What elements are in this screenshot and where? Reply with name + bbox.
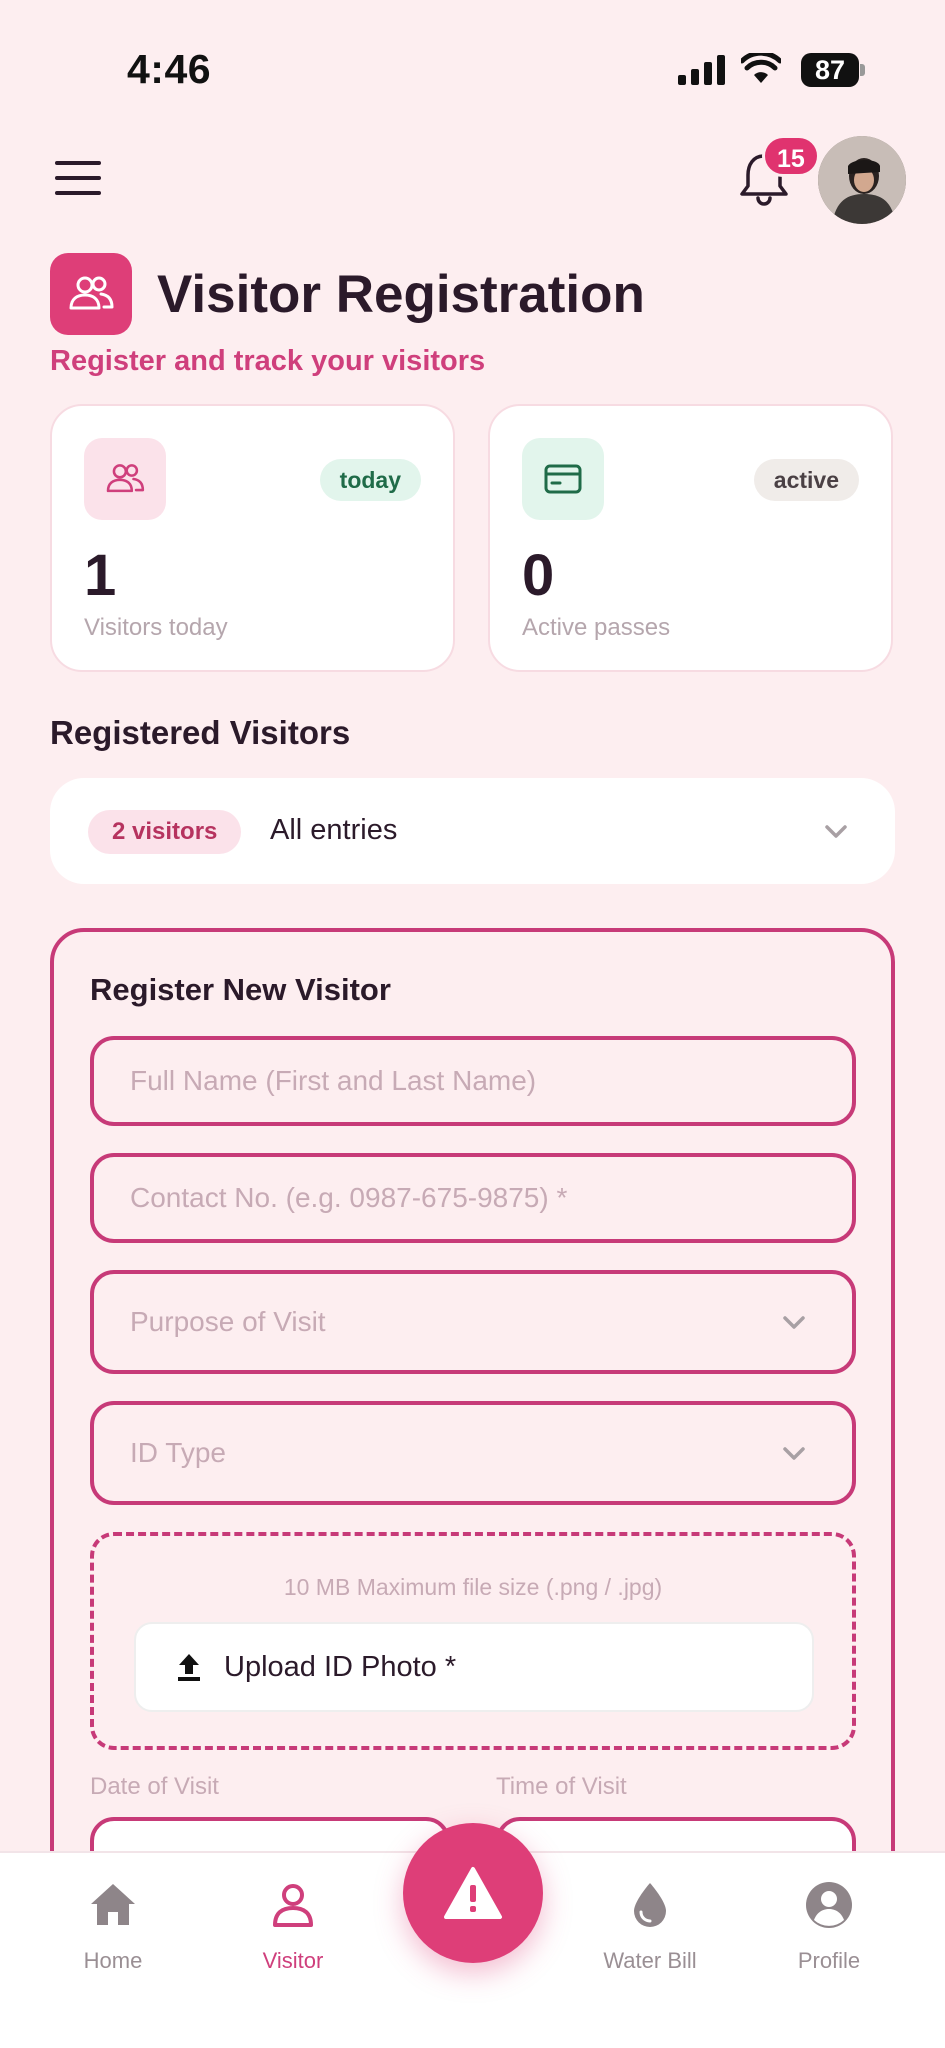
nav-visitor-label: Visitor <box>262 1948 324 1973</box>
page-title: Visitor Registration <box>157 265 645 324</box>
status-bar: 4:46 87 <box>0 0 945 140</box>
upload-id-photo-button[interactable]: Upload ID Photo * <box>134 1622 814 1712</box>
battery-level: 87 <box>801 53 859 87</box>
nav-home-label: Home <box>83 1948 143 1973</box>
users-icon <box>84 438 166 520</box>
upload-icon <box>178 1654 200 1681</box>
nav-visitor[interactable]: Visitor <box>213 1879 373 1974</box>
entries-filter-value: All entries <box>270 814 398 846</box>
active-passes-value: 0 <box>522 543 555 608</box>
chevron-down-icon <box>783 1316 805 1329</box>
contact-input[interactable] <box>130 1182 852 1214</box>
entries-filter-dropdown[interactable]: 2 visitors All entries <box>50 778 895 884</box>
purpose-placeholder: Purpose of Visit <box>130 1306 326 1337</box>
id-card-icon <box>522 438 604 520</box>
visitors-today-card: today 1 Visitors today <box>50 404 455 672</box>
nav-profile-label: Profile <box>797 1948 861 1973</box>
id-type-placeholder: ID Type <box>130 1437 226 1468</box>
nav-water-bill-label: Water Bill <box>603 1948 697 1973</box>
id-type-select[interactable]: ID Type <box>90 1401 856 1505</box>
contact-field[interactable] <box>90 1153 856 1243</box>
visitors-today-value: 1 <box>84 543 117 608</box>
chevron-down-icon <box>783 1447 805 1460</box>
status-time: 4:46 <box>127 46 212 92</box>
notification-badge: 15 <box>762 135 820 177</box>
date-of-visit-label: Date of Visit <box>90 1773 219 1800</box>
form-title: Register New Visitor <box>90 972 391 1007</box>
time-of-visit-label: Time of Visit <box>496 1773 627 1800</box>
nav-profile[interactable]: Profile <box>749 1879 909 1974</box>
battery-icon: 87 <box>801 53 865 87</box>
active-passes-label: Active passes <box>522 614 671 641</box>
chevron-down-icon <box>825 825 847 838</box>
avatar[interactable] <box>818 136 906 224</box>
emergency-alert-button[interactable] <box>403 1823 543 1963</box>
cellular-signal-icon <box>678 55 726 85</box>
registered-visitors-heading: Registered Visitors <box>50 714 351 751</box>
today-pill: today <box>319 459 421 501</box>
water-drop-icon <box>634 1883 666 1927</box>
visitor-count-badge: 2 visitors <box>88 810 242 854</box>
wifi-icon <box>741 53 781 83</box>
active-pill: active <box>753 459 859 501</box>
hamburger-menu-icon[interactable] <box>55 161 101 195</box>
page-subtitle: Register and track your visitors <box>50 345 486 377</box>
full-name-input[interactable] <box>130 1065 852 1097</box>
warning-icon <box>444 1867 502 1919</box>
visitors-today-label: Visitors today <box>84 614 228 641</box>
purpose-of-visit-select[interactable]: Purpose of Visit <box>90 1270 856 1374</box>
active-passes-card: active 0 Active passes <box>488 404 893 672</box>
upload-id-photo-label: Upload ID Photo * <box>224 1650 457 1683</box>
id-photo-dropzone[interactable]: 10 MB Maximum file size (.png / .jpg) Up… <box>90 1532 856 1750</box>
upload-hint: 10 MB Maximum file size (.png / .jpg) <box>283 1574 663 1600</box>
nav-home[interactable]: Home <box>33 1879 193 1974</box>
profile-icon <box>806 1882 852 1928</box>
user-icon <box>273 1884 313 1927</box>
full-name-field[interactable] <box>90 1036 856 1126</box>
home-icon <box>91 1884 135 1925</box>
visitors-title-icon <box>50 253 132 335</box>
nav-water-bill[interactable]: Water Bill <box>570 1879 730 1974</box>
